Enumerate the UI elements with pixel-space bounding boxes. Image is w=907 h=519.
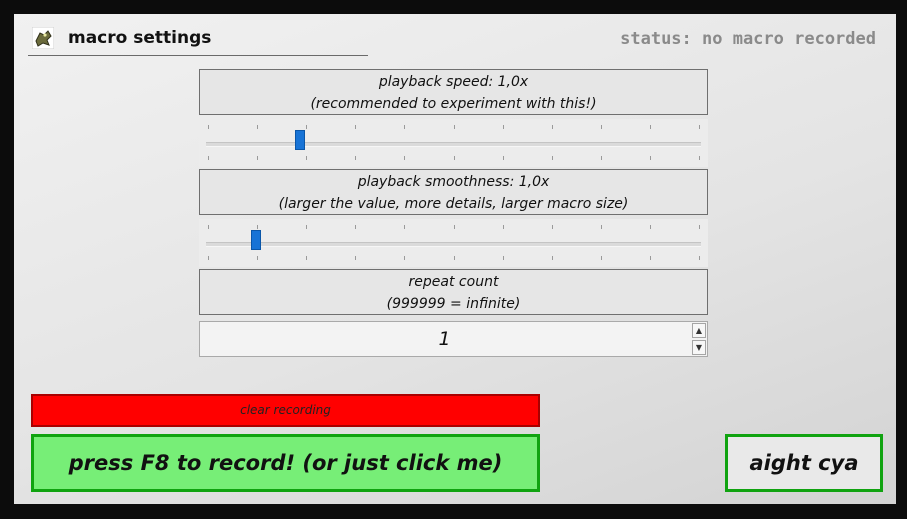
spin-down-icon[interactable]: ▼ xyxy=(692,340,706,355)
slider-tick xyxy=(453,156,455,160)
slider-tick xyxy=(649,256,651,260)
status-label: status: no macro recorded xyxy=(620,29,876,49)
playback-smoothness-label: playback smoothness: 1,0x (larger the va… xyxy=(199,169,708,215)
repeat-count-title: repeat count xyxy=(408,274,499,290)
slider-tick xyxy=(551,225,553,229)
record-button[interactable]: press F8 to record! (or just click me) xyxy=(31,434,540,492)
repeat-count-hint: (999999 = infinite) xyxy=(386,296,521,312)
slider-tick xyxy=(306,156,308,160)
slider-tick xyxy=(699,156,700,160)
playback-smoothness-hint: (larger the value, more details, larger … xyxy=(278,196,629,212)
slider-tick xyxy=(502,256,504,260)
slider-tick xyxy=(355,156,357,160)
slider-tick xyxy=(502,156,504,160)
slider-tick xyxy=(600,156,602,160)
slider-tick xyxy=(649,225,651,229)
slider-tick xyxy=(502,125,504,129)
slider-tick xyxy=(600,125,602,129)
slider-tick xyxy=(404,225,406,229)
page-title: macro settings xyxy=(68,28,212,48)
playback-speed-title: playback speed: 1,0x xyxy=(378,74,529,90)
spin-up-icon[interactable]: ▲ xyxy=(692,323,706,338)
slider-tick xyxy=(208,156,209,160)
slider-tick xyxy=(404,156,406,160)
robot-icon xyxy=(32,27,54,49)
slider-tick xyxy=(404,256,406,260)
slider-tick xyxy=(257,156,259,160)
playback-speed-slider[interactable] xyxy=(199,119,708,167)
playback-speed-hint: (recommended to experiment with this!) xyxy=(310,96,597,112)
clear-recording-button[interactable]: clear recording xyxy=(31,394,540,427)
slider-tick xyxy=(600,256,602,260)
slider-tick xyxy=(306,256,308,260)
slider-tick xyxy=(306,225,308,229)
slider-tick xyxy=(600,225,602,229)
slider-tick xyxy=(355,225,357,229)
slider-tick xyxy=(453,125,455,129)
slider-tick xyxy=(355,256,357,260)
macro-settings-window: macro settings status: no macro recorded… xyxy=(14,14,896,504)
playback-smoothness-slider[interactable] xyxy=(199,219,708,267)
slider-tick xyxy=(208,225,209,229)
playback-speed-label: playback speed: 1,0x (recommended to exp… xyxy=(199,69,708,115)
slider-tick xyxy=(453,225,455,229)
slider-tick xyxy=(257,125,259,129)
slider-tick xyxy=(208,125,209,129)
repeat-count-spinbox[interactable]: 1 ▲ ▼ xyxy=(199,321,708,357)
repeat-count-label: repeat count (999999 = infinite) xyxy=(199,269,708,315)
slider-tick xyxy=(699,125,700,129)
slider-tick xyxy=(355,125,357,129)
playback-smoothness-title: playback smoothness: 1,0x xyxy=(357,174,550,190)
exit-button[interactable]: aight cya xyxy=(725,434,883,492)
slider-thumb[interactable] xyxy=(250,230,261,250)
slider-tick xyxy=(551,125,553,129)
slider-tick xyxy=(404,125,406,129)
slider-thumb[interactable] xyxy=(295,130,306,150)
slider-tick xyxy=(306,125,308,129)
slider-tick xyxy=(257,256,259,260)
slider-track xyxy=(206,242,701,247)
slider-tick xyxy=(649,125,651,129)
slider-tick xyxy=(257,225,259,229)
slider-tick xyxy=(208,256,209,260)
slider-track xyxy=(206,142,701,147)
repeat-count-input[interactable]: 1 xyxy=(200,328,689,350)
slider-tick xyxy=(649,156,651,160)
slider-tick xyxy=(551,156,553,160)
slider-tick xyxy=(551,256,553,260)
slider-tick xyxy=(699,225,700,229)
slider-tick xyxy=(502,225,504,229)
slider-tick xyxy=(699,256,700,260)
slider-tick xyxy=(453,256,455,260)
header: macro settings xyxy=(28,25,368,56)
